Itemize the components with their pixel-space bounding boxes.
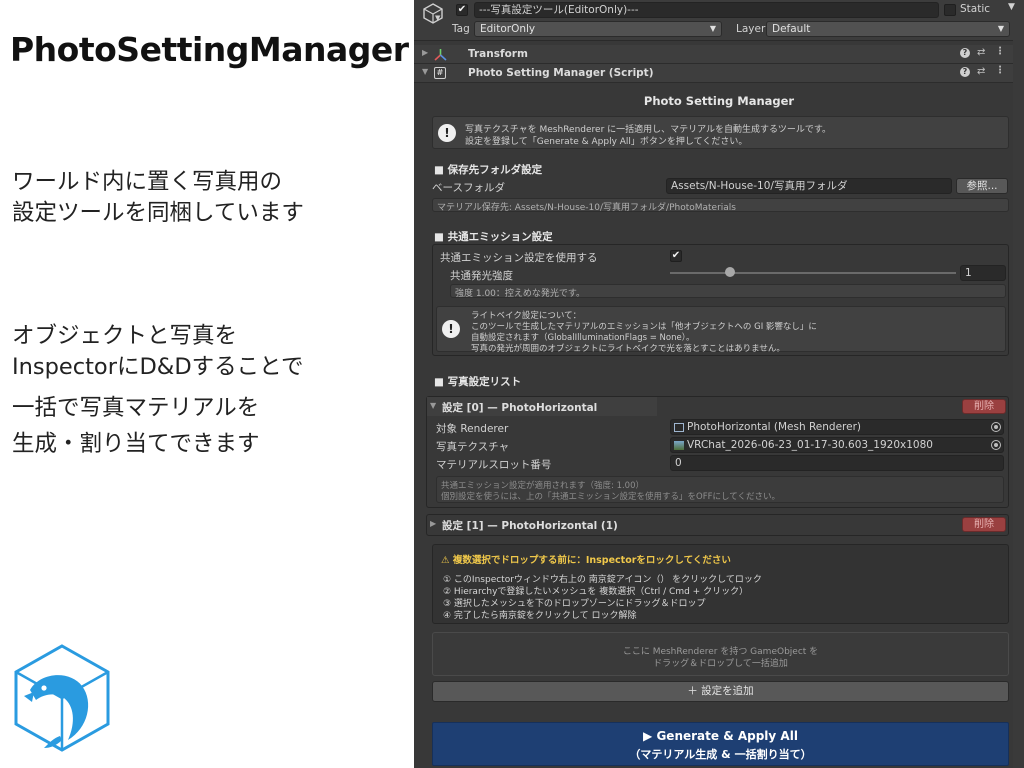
fish-cube-logo-icon — [14, 644, 110, 752]
foldout-arrow-icon[interactable]: ▼ — [422, 67, 428, 76]
preset-sliders-icon[interactable]: ⇄ — [977, 66, 985, 77]
generate-button-line-1: ▶ Generate & Apply All — [643, 729, 798, 743]
texture-label: 写真テクスチャ — [436, 441, 510, 453]
use-emission-checkbox[interactable]: ✔ — [670, 250, 682, 262]
slide-panel: PhotoSettingManager ワールド内に置く写真用の 設定ツールを同… — [0, 0, 414, 768]
info-icon: ! — [442, 320, 460, 338]
preset-sliders-icon[interactable]: ⇄ — [977, 47, 985, 58]
drop-zone-line-2: ドラッグ＆ドロップして一括追加 — [653, 659, 788, 669]
lightbake-helpbox: ! ライトベイク設定について： このツールで生成したマテリアルのエミッションは「… — [436, 306, 1006, 354]
slide-text-line-1: ワールド内に置く写真用の — [12, 169, 283, 195]
slide-text-line-3: オブジェクトと写真を — [12, 323, 238, 349]
inspector-panel: ▼ ✔ ---写真設定ツール(EditorOnly)--- Static ▼ T… — [414, 0, 1024, 768]
chevron-down-icon: ▼ — [709, 24, 716, 33]
script-title: Photo Setting Manager (Script) — [468, 67, 654, 79]
renderer-field[interactable]: PhotoHorizontal (Mesh Renderer) — [670, 419, 1004, 435]
icon-dropdown-arrow-icon[interactable]: ▼ — [435, 14, 440, 22]
layer-dropdown[interactable]: Default ▼ — [766, 21, 1010, 37]
tag-dropdown[interactable]: EditorOnly ▼ — [474, 21, 722, 37]
item-0-note-box: 共通エミッション設定が適用されます（強度: 1.00） 個別設定を使うには、上の… — [436, 476, 1004, 503]
object-picker-icon[interactable] — [991, 440, 1001, 450]
intensity-value-field[interactable]: 1 — [960, 265, 1006, 281]
transform-axes-icon — [434, 49, 447, 61]
static-checkbox[interactable] — [944, 4, 956, 16]
layer-value: Default — [772, 23, 811, 35]
more-menu-icon[interactable]: ⋮ — [995, 65, 1005, 76]
renderer-value: PhotoHorizontal (Mesh Renderer) — [687, 421, 862, 433]
texture-thumbnail-icon — [674, 441, 684, 450]
drop-zone[interactable]: ここに MeshRenderer を持つ GameObject を ドラッグ＆ド… — [432, 632, 1009, 676]
lock-warning-title: ⚠ 複数選択でドロップする前に：Inspectorをロックしてください — [441, 555, 731, 566]
intro-line-2: 設定を登録して「Generate & Apply All」ボタンを押してください… — [465, 137, 748, 147]
texture-field[interactable]: VRChat_2026-06-23_01-17-30.603_1920x1080 — [670, 437, 1004, 453]
intro-helpbox: ! 写真テクスチャを MeshRenderer に一括適用し、マテリアルを自動生… — [432, 116, 1009, 149]
emission-heading: ■ 共通エミッション設定 — [434, 231, 553, 243]
delete-button[interactable]: 削除 — [962, 517, 1006, 532]
texture-value: VRChat_2026-06-23_01-17-30.603_1920x1080 — [687, 439, 933, 451]
add-setting-button[interactable]: ＋ 設定を追加 — [432, 681, 1009, 702]
item-0-note-2: 個別設定を使うには、上の「共通エミッション設定を使用する」をOFFにしてください… — [441, 492, 780, 502]
photo-list-heading: ■ 写真設定リスト — [434, 376, 522, 388]
info-icon: ! — [438, 124, 456, 142]
slot-field[interactable]: 0 — [670, 455, 1004, 471]
csharp-script-icon: # — [434, 67, 446, 79]
slide-text-line-2: 設定ツールを同梱しています — [12, 200, 304, 226]
lightbake-line-4: 写真の発光が周囲のオブジェクトにライトベイクで光を落とすことはありません。 — [471, 344, 785, 354]
intensity-label: 共通発光強度 — [450, 270, 513, 282]
foldout-arrow-icon[interactable]: ▼ — [430, 401, 436, 410]
lock-step-4: ④ 完了したら南京錠をクリックして ロック解除 — [443, 611, 637, 621]
slide-text-line-4: InspectorにD&Dすることで — [12, 354, 304, 380]
base-folder-label: ベースフォルダ — [432, 182, 505, 194]
transform-title: Transform — [468, 48, 528, 60]
more-menu-icon[interactable]: ⋮ — [995, 46, 1005, 57]
slide-text-line-5: 一括で写真マテリアルを — [12, 395, 260, 421]
renderer-label: 対象 Renderer — [436, 423, 509, 435]
foldout-arrow-icon[interactable]: ▶ — [430, 519, 436, 528]
intensity-slider-track[interactable] — [670, 272, 956, 274]
browse-button[interactable]: 参照... — [956, 178, 1008, 194]
slide-text-line-6: 生成・割り当てできます — [12, 431, 260, 457]
material-path-box: マテリアル保存先: Assets/N-House-10/写真用フォルダ/Phot… — [432, 198, 1009, 213]
intensity-slider-thumb[interactable] — [725, 267, 736, 277]
item-1-title[interactable]: 設定 [1] — PhotoHorizontal (1) — [442, 518, 618, 533]
object-name-field[interactable]: ---写真設定ツール(EditorOnly)--- — [474, 2, 939, 18]
use-emission-label: 共通エミッション設定を使用する — [440, 252, 598, 264]
tag-value: EditorOnly — [480, 23, 536, 35]
chevron-down-icon: ▼ — [997, 24, 1004, 33]
lock-warning-box: ⚠ 複数選択でドロップする前に：Inspectorをロックしてください ① この… — [432, 544, 1009, 624]
generate-button-line-2: （マテリアル生成 & 一括割り当て） — [629, 748, 812, 761]
tag-label: Tag — [452, 23, 470, 35]
foldout-arrow-icon[interactable]: ▶ — [422, 48, 428, 57]
intensity-note-text: 強度 1.00：控えめな発光です。 — [455, 289, 586, 299]
scrollbar-track[interactable] — [1013, 40, 1024, 768]
slot-label: マテリアルスロット番号 — [436, 459, 552, 471]
help-icon[interactable]: ? — [960, 67, 970, 77]
slide-title: PhotoSettingManager — [10, 30, 409, 69]
layer-label: Layer — [736, 23, 766, 35]
static-dropdown-arrow-icon[interactable]: ▼ — [1008, 2, 1015, 12]
base-folder-field[interactable]: Assets/N-House-10/写真用フォルダ — [666, 178, 952, 194]
help-icon[interactable]: ? — [960, 48, 970, 58]
delete-button[interactable]: 削除 — [962, 399, 1006, 414]
gameobject-cube-icon[interactable] — [422, 2, 444, 24]
object-picker-icon[interactable] — [991, 422, 1001, 432]
manager-title: Photo Setting Manager — [643, 94, 795, 108]
intensity-note-box: 強度 1.00：控えめな発光です。 — [450, 284, 1006, 299]
material-path-text: マテリアル保存先: Assets/N-House-10/写真用フォルダ/Phot… — [437, 203, 736, 213]
static-label: Static — [960, 3, 991, 15]
generate-apply-all-button[interactable]: ▶ Generate & Apply All （マテリアル生成 & 一括割り当て… — [432, 722, 1009, 766]
save-folder-heading: ■ 保存先フォルダ設定 — [434, 164, 543, 176]
item-0-title: 設定 [0] — PhotoHorizontal — [442, 402, 598, 414]
active-checkbox[interactable]: ✔ — [456, 4, 468, 16]
script-component-header[interactable]: ▼ # Photo Setting Manager (Script) ? ⇄ ⋮ — [414, 64, 1024, 83]
mesh-renderer-icon — [674, 423, 684, 432]
transform-component-header[interactable]: ▶ Transform ? ⇄ ⋮ — [414, 45, 1024, 64]
